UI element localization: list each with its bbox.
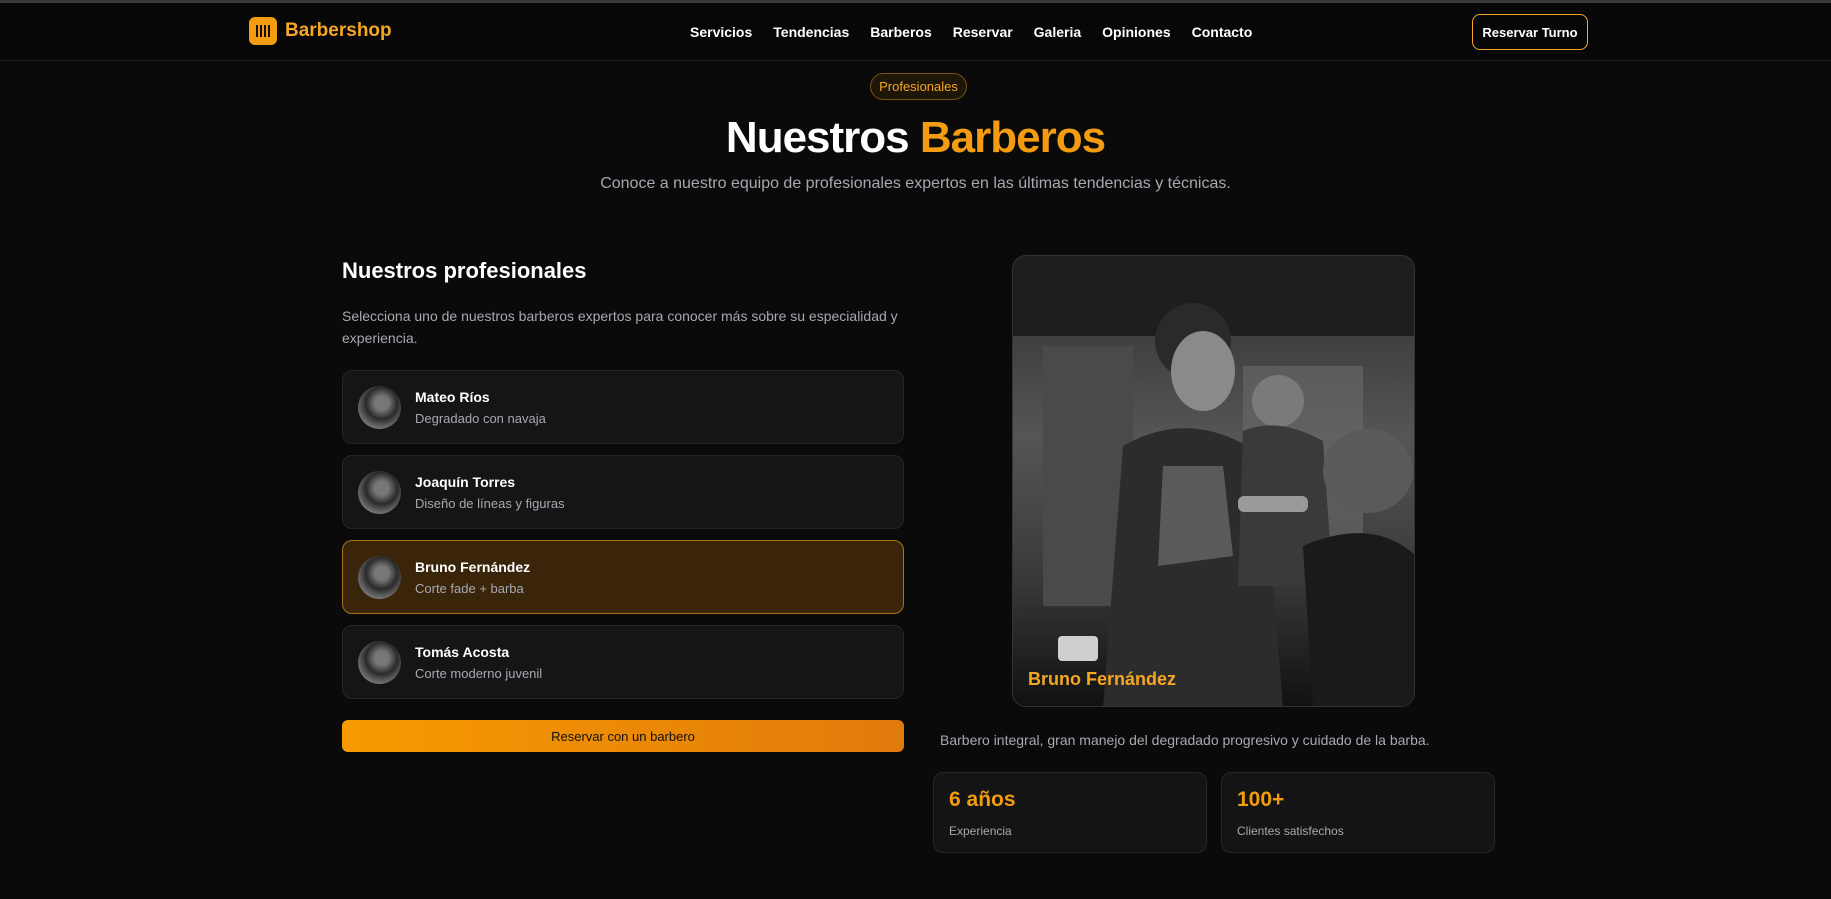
barber-card[interactable]: Mateo Ríos Degradado con navaja <box>342 370 904 444</box>
nav-link-servicios[interactable]: Servicios <box>690 24 752 40</box>
barber-bio: Barbero integral, gran manejo del degrad… <box>940 732 1430 748</box>
main-nav: Servicios Tendencias Barberos Reservar G… <box>690 24 1252 40</box>
barber-pole-icon <box>249 17 277 45</box>
photo-caption: Bruno Fernández <box>1028 669 1177 689</box>
barber-name: Mateo Ríos <box>415 388 490 405</box>
barber-specialty: Corte fade + barba <box>415 580 524 596</box>
barber-specialty: Corte moderno juvenil <box>415 665 543 681</box>
barbers-list-title: Nuestros profesionales <box>342 258 587 283</box>
barber-photo-illustration <box>1013 256 1414 706</box>
barber-name: Joaquín Torres <box>415 473 516 490</box>
barber-photo: Bruno Fernández <box>1012 255 1415 707</box>
nav-link-barberos[interactable]: Barberos <box>870 24 931 40</box>
section-subtitle: Conoce a nuestro equipo de profesionales… <box>600 175 1231 192</box>
stat-label: Experiencia <box>949 824 1012 838</box>
avatar <box>358 640 401 684</box>
nav-link-contacto[interactable]: Contacto <box>1192 24 1253 40</box>
brand-logo[interactable]: Barbershop <box>249 17 392 45</box>
nav-link-tendencias[interactable]: Tendencias <box>773 24 849 40</box>
avatar <box>358 385 401 429</box>
avatar <box>358 470 401 514</box>
nav-link-galeria[interactable]: Galeria <box>1034 24 1081 40</box>
barbers-list-description: Selecciona uno de nuestros barberos expe… <box>342 308 898 346</box>
barber-name: Tomás Acosta <box>415 643 510 660</box>
barber-name: Bruno Fernández <box>415 558 531 575</box>
barber-card-selected[interactable]: Bruno Fernández Corte fade + barba <box>342 540 904 614</box>
barber-list: Mateo Ríos Degradado con navaja Joaquín T… <box>342 370 904 710</box>
stat-card-clients: 100+ Clientes satisfechos <box>1221 772 1495 853</box>
section-title: Nuestros Barberos <box>0 113 1831 163</box>
stat-value: 6 años <box>949 788 1016 811</box>
stat-label: Clientes satisfechos <box>1237 824 1344 838</box>
section-badge: Profesionales <box>870 73 967 100</box>
stat-card-experience: 6 años Experiencia <box>933 772 1207 853</box>
barber-card[interactable]: Joaquín Torres Diseño de líneas y figuras <box>342 455 904 529</box>
section-title-accent: Barberos <box>919 113 1106 162</box>
avatar <box>358 555 401 599</box>
reservar-turno-button[interactable]: Reservar Turno <box>1472 14 1588 50</box>
stat-value: 100+ <box>1237 788 1285 811</box>
section-title-main: Nuestros <box>725 113 910 162</box>
reservar-con-barbero-button[interactable]: Reservar con un barbero <box>342 720 904 752</box>
brand-name: Barbershop <box>285 20 392 41</box>
nav-link-opiniones[interactable]: Opiniones <box>1102 24 1170 40</box>
nav-link-reservar[interactable]: Reservar <box>953 24 1013 40</box>
barber-specialty: Diseño de líneas y figuras <box>415 495 565 511</box>
site-header: Barbershop Servicios Tendencias Barberos… <box>0 3 1831 61</box>
barber-specialty: Degradado con navaja <box>415 410 546 426</box>
barber-card[interactable]: Tomás Acosta Corte moderno juvenil <box>342 625 904 699</box>
